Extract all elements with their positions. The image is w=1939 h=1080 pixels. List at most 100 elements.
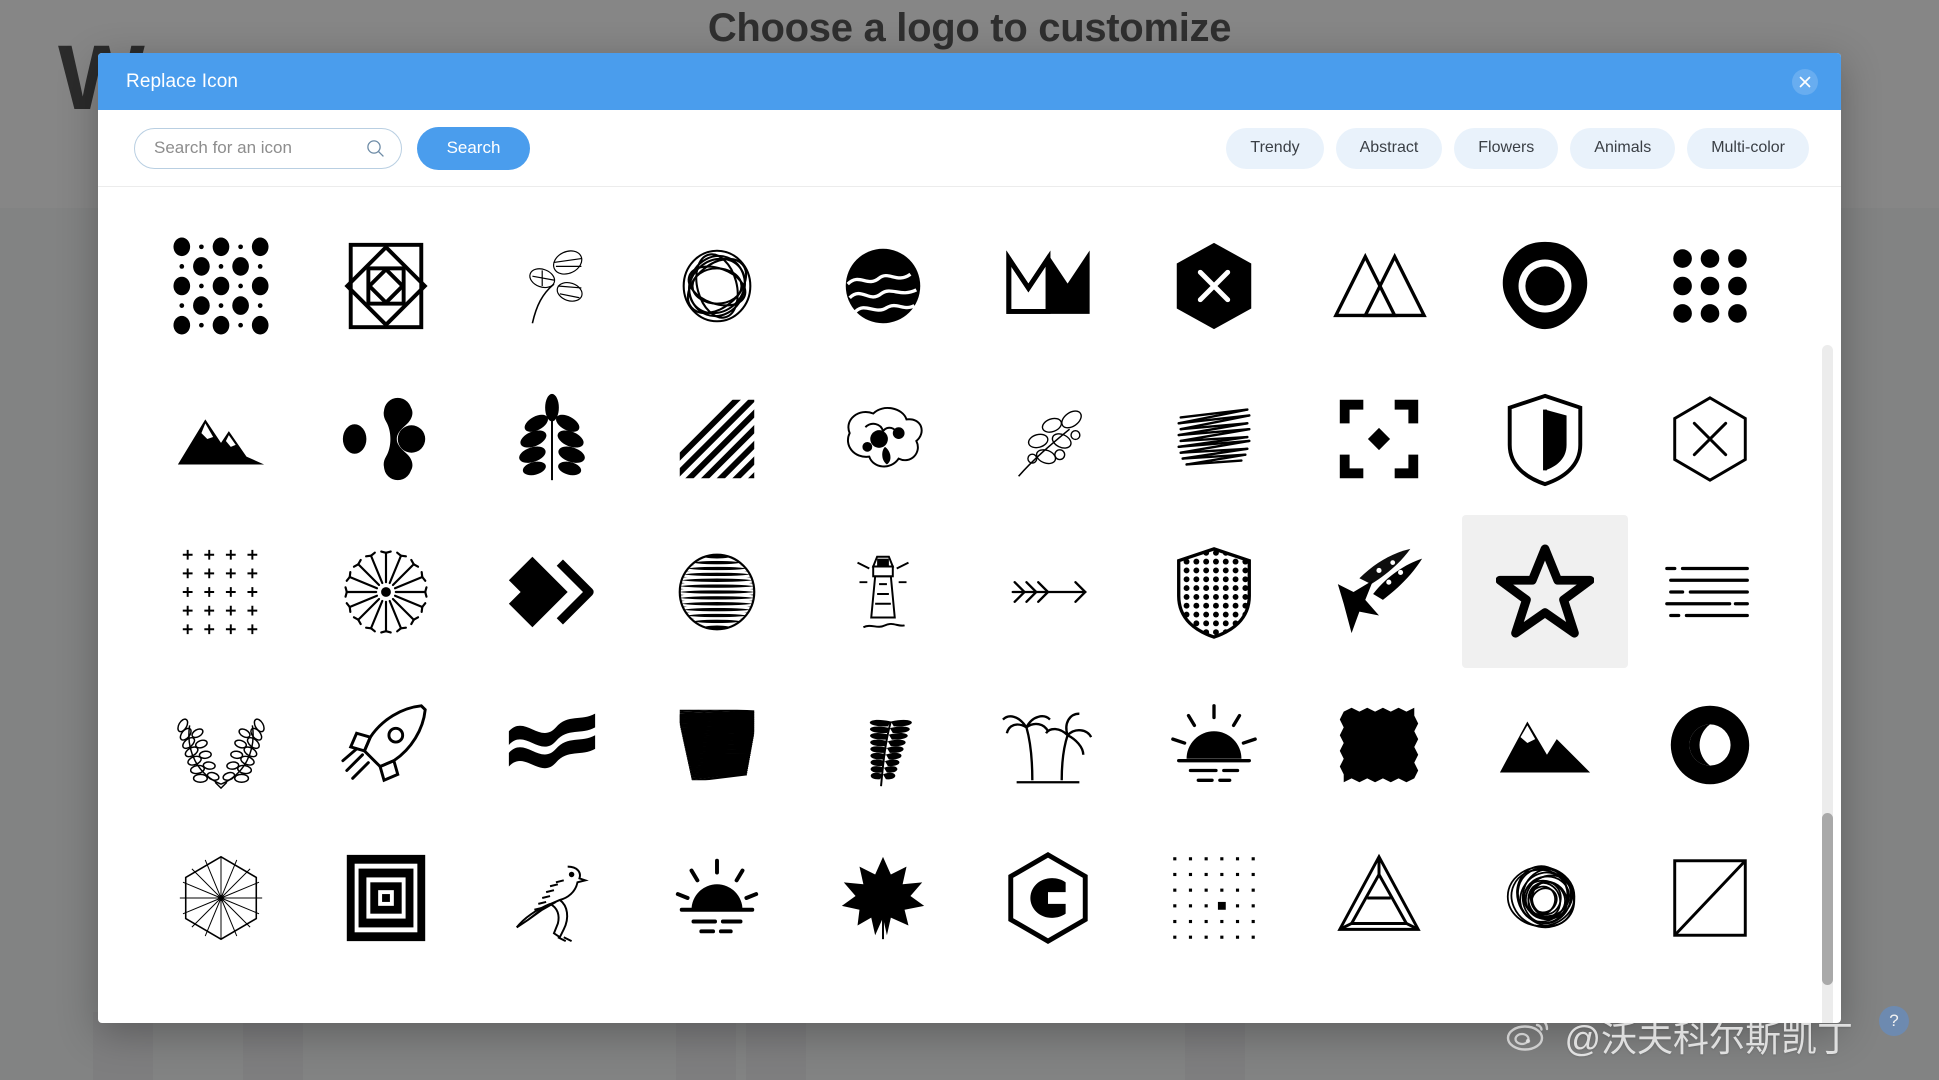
icon-cell-nine-dots-grid[interactable] <box>1628 209 1794 362</box>
icon-cell-maple-leaf[interactable] <box>800 821 966 974</box>
icon-cell-hex-letter-c[interactable] <box>966 821 1132 974</box>
search-field[interactable] <box>134 127 402 169</box>
icon-cell-molecule-blob[interactable] <box>304 362 470 515</box>
shield-split-icon <box>1496 390 1594 488</box>
icon-cell-striped-sphere[interactable] <box>635 515 801 668</box>
wax-seal-icon <box>1496 237 1594 335</box>
corner-brackets-icon <box>1330 390 1428 488</box>
icon-cell-mountain-range[interactable] <box>138 362 304 515</box>
icon-cell-starburst[interactable] <box>304 515 470 668</box>
maple-leaf-icon <box>834 849 932 947</box>
icon-cell-hexagon-x[interactable] <box>1131 209 1297 362</box>
icon-cell-lighthouse[interactable] <box>800 515 966 668</box>
dot-matrix-icon <box>1165 849 1263 947</box>
page-root: Choose a logo to customize W Replace Ico… <box>0 0 1939 1080</box>
concentric-squares-icon <box>337 849 435 947</box>
icon-cell-plus-grid[interactable] <box>138 515 304 668</box>
icon-cell-scribble-square[interactable] <box>635 668 801 821</box>
icon-cell-circle-moon[interactable] <box>1628 668 1794 821</box>
icon-cell-triple-arrow[interactable] <box>966 515 1132 668</box>
search-toolbar: Search Trendy Abstract Flowers Animals M… <box>98 110 1841 187</box>
category-tags: Trendy Abstract Flowers Animals Multi-co… <box>1226 127 1809 169</box>
palm-trees-icon <box>999 696 1097 794</box>
search-button[interactable]: Search <box>417 126 530 170</box>
icon-cell-shield-split[interactable] <box>1462 362 1628 515</box>
scrollbar-thumb[interactable] <box>1822 813 1833 985</box>
icon-grid-scroll-area[interactable] <box>98 187 1841 1023</box>
hexagon-burst-icon <box>172 849 270 947</box>
help-button[interactable]: ? <box>1879 1006 1909 1036</box>
sunrise-rays-icon <box>1165 696 1263 794</box>
scribble-square-icon <box>668 696 766 794</box>
icon-cell-fern-leaf[interactable] <box>469 362 635 515</box>
icon-cell-shooting-star[interactable] <box>1297 515 1463 668</box>
icon-cell-penrose-triangle[interactable] <box>1297 821 1463 974</box>
nested-square-diamond-icon <box>337 237 435 335</box>
triple-arrow-icon <box>999 543 1097 641</box>
tag-abstract[interactable]: Abstract <box>1335 127 1443 169</box>
icon-cell-diagonal-stripes[interactable] <box>635 362 801 515</box>
olive-branch-icon <box>999 390 1097 488</box>
icon-cell-scribble-circle[interactable] <box>1462 821 1628 974</box>
tag-trendy[interactable]: Trendy <box>1226 127 1324 169</box>
diagonal-stripes-icon <box>668 390 766 488</box>
icon-cell-wave-swoosh[interactable] <box>469 668 635 821</box>
icon-cell-laurel-wreath[interactable] <box>138 668 304 821</box>
icon-cell-palm-trees[interactable] <box>966 668 1132 821</box>
icon-cell-speed-lines[interactable] <box>1628 515 1794 668</box>
tag-animals[interactable]: Animals <box>1570 127 1676 169</box>
icon-cell-outline-star[interactable] <box>1462 515 1628 668</box>
icon-cell-sunset[interactable] <box>635 821 801 974</box>
palm-frond-icon <box>834 696 932 794</box>
modal-title: Replace Icon <box>126 70 239 92</box>
icon-cell-eagle[interactable] <box>469 821 635 974</box>
icon-cell-globe-waves[interactable] <box>800 209 966 362</box>
nine-dots-grid-icon <box>1661 237 1759 335</box>
tag-multi-color[interactable]: Multi-color <box>1687 127 1809 169</box>
icon-cell-diamond-chevron[interactable] <box>469 515 635 668</box>
speed-lines-icon <box>1661 543 1759 641</box>
icon-cell-hexagon-outline-x[interactable] <box>1628 362 1794 515</box>
icon-cell-hexagon-burst[interactable] <box>138 821 304 974</box>
wave-swoosh-icon <box>503 696 601 794</box>
icon-cell-rough-square[interactable] <box>1297 668 1463 821</box>
mountain-range-icon <box>172 390 270 488</box>
diamond-chevron-icon <box>503 543 601 641</box>
close-icon[interactable] <box>1792 68 1818 95</box>
leaf-sprig-icon <box>503 237 601 335</box>
icon-cell-leaf-sprig[interactable] <box>469 209 635 362</box>
icon-cell-palm-frond[interactable] <box>800 668 966 821</box>
icon-cell-liquid-splash[interactable] <box>800 362 966 515</box>
icon-cell-corner-brackets[interactable] <box>1297 362 1463 515</box>
dot-pattern-icon <box>172 236 270 335</box>
hex-letter-c-icon <box>999 849 1097 947</box>
icon-cell-split-square[interactable] <box>1628 821 1794 974</box>
icon-cell-olive-branch[interactable] <box>966 362 1132 515</box>
hexagon-outline-x-icon <box>1661 390 1759 488</box>
sunset-icon <box>668 849 766 947</box>
icon-cell-rocket[interactable] <box>304 668 470 821</box>
icon-cell-mountain-peaks[interactable] <box>1462 668 1628 821</box>
penrose-triangle-icon <box>1330 849 1428 947</box>
icon-cell-dot-matrix[interactable] <box>1131 821 1297 974</box>
tag-flowers[interactable]: Flowers <box>1454 127 1559 169</box>
laurel-wreath-icon <box>172 696 270 794</box>
icon-cell-double-triangle[interactable] <box>1297 209 1463 362</box>
icon-cell-concentric-squares[interactable] <box>304 821 470 974</box>
icon-cell-dot-pattern[interactable] <box>138 209 304 362</box>
icon-cell-scribble-lines[interactable] <box>1131 362 1297 515</box>
search-icon[interactable] <box>365 138 385 158</box>
hexagon-x-icon <box>1165 237 1263 335</box>
split-square-icon <box>1661 849 1759 947</box>
icon-cell-dotted-shield[interactable] <box>1131 515 1297 668</box>
icon-cell-sunrise-rays[interactable] <box>1131 668 1297 821</box>
shooting-star-icon <box>1330 543 1428 641</box>
search-input[interactable] <box>154 138 366 158</box>
icon-cell-crown[interactable] <box>966 209 1132 362</box>
icon-cell-wax-seal[interactable] <box>1462 209 1628 362</box>
scrollbar-track[interactable] <box>1822 345 1833 1023</box>
eagle-icon <box>503 849 601 947</box>
modal-header: Replace Icon <box>98 53 1841 110</box>
icon-cell-scribble-blob[interactable] <box>635 209 801 362</box>
icon-cell-nested-square-diamond[interactable] <box>304 209 470 362</box>
